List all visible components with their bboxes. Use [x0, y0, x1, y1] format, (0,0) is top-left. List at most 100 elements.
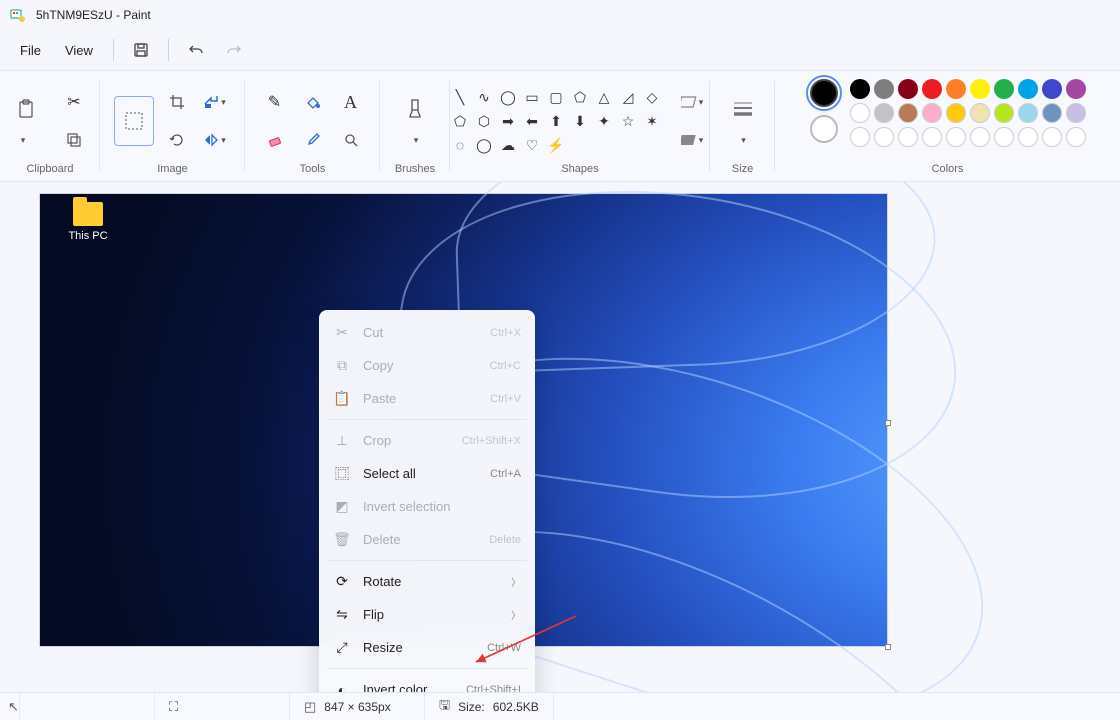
shape-arrowu-icon[interactable]: ⬆ [547, 112, 565, 130]
shape-hexagon-icon[interactable]: ⬡ [475, 112, 493, 130]
color-swatch[interactable] [874, 79, 894, 99]
shape-pentagon-icon[interactable]: ⬠ [451, 112, 469, 130]
color-swatch[interactable] [1042, 79, 1062, 99]
copy-button[interactable] [57, 123, 91, 157]
color-swatch[interactable] [994, 79, 1014, 99]
color-swatch[interactable] [850, 79, 870, 99]
shape-roundrect-icon[interactable]: ▢ [547, 88, 565, 106]
shape-rtriangle-icon[interactable]: ◿ [619, 88, 637, 106]
redo-button[interactable] [217, 33, 251, 67]
color-swatch[interactable] [898, 79, 918, 99]
shape-arrowl-icon[interactable]: ⬅ [523, 112, 541, 130]
resize-button[interactable]: ▾ [198, 85, 232, 119]
shape-5star-icon[interactable]: ☆ [619, 112, 637, 130]
work-area: This PC [0, 182, 1120, 692]
color-swatch[interactable] [1042, 103, 1062, 123]
eraser-tool[interactable] [258, 123, 292, 157]
shape-fill-button[interactable]: ▾ [675, 123, 709, 157]
shape-6star-icon[interactable]: ✶ [643, 112, 661, 130]
size-dropdown[interactable]: ▾ [730, 130, 756, 150]
shape-oval-icon[interactable]: ◯ [499, 88, 517, 106]
resize-handle-right[interactable] [885, 420, 891, 426]
color-swatch[interactable] [946, 103, 966, 123]
color-2-swatch[interactable] [810, 115, 838, 143]
shapes-gallery[interactable]: ╲ ∿ ◯ ▭ ▢ ⬠ △ ◿ ◇ ⬠ ⬡ ➡ ⬅ ⬆ ⬇ ✦ ☆ ✶ ◌ ◯ [451, 88, 661, 154]
shape-4star-icon[interactable]: ✦ [595, 112, 613, 130]
cut-button[interactable]: ✂ [57, 85, 91, 119]
color-swatch-empty[interactable] [898, 127, 918, 147]
menu-file[interactable]: File [10, 37, 51, 64]
shape-outline-button[interactable]: ▾ [675, 85, 709, 119]
shape-callout-oval-icon[interactable]: ◯ [475, 136, 493, 154]
paste-button[interactable] [9, 92, 43, 126]
resize-handle-corner[interactable] [885, 644, 891, 650]
ctx-resize[interactable]: ⤢ Resize Ctrl+W [319, 631, 535, 664]
color-swatch[interactable] [994, 103, 1014, 123]
color-swatch[interactable] [922, 79, 942, 99]
flip-button[interactable]: ▾ [198, 123, 232, 157]
color-swatch[interactable] [874, 103, 894, 123]
text-tool[interactable]: A [334, 85, 368, 119]
shape-polygon-icon[interactable]: ⬠ [571, 88, 589, 106]
canvas-dimensions: ◰ 847 × 635px [290, 693, 425, 720]
cursor-position [20, 693, 155, 720]
color-swatch-empty[interactable] [994, 127, 1014, 147]
color-swatch-empty[interactable] [922, 127, 942, 147]
paste-dropdown[interactable]: ▾ [9, 130, 35, 150]
size-button[interactable] [726, 92, 760, 126]
group-colors: Colors [775, 71, 1120, 181]
color-swatch[interactable] [1018, 79, 1038, 99]
shape-rect-icon[interactable]: ▭ [523, 88, 541, 106]
zoom-tool[interactable] [334, 123, 368, 157]
color-swatch[interactable] [970, 103, 990, 123]
fill-tool[interactable] [296, 85, 330, 119]
group-shapes: ╲ ∿ ◯ ▭ ▢ ⬠ △ ◿ ◇ ⬠ ⬡ ➡ ⬅ ⬆ ⬇ ✦ ☆ ✶ ◌ ◯ [450, 71, 710, 181]
shape-callout-cloud-icon[interactable]: ☁ [499, 136, 517, 154]
shape-curve-icon[interactable]: ∿ [475, 88, 493, 106]
color-swatch[interactable] [922, 103, 942, 123]
shape-triangle-icon[interactable]: △ [595, 88, 613, 106]
shape-arrowd-icon[interactable]: ⬇ [571, 112, 589, 130]
color-swatch-empty[interactable] [970, 127, 990, 147]
color-swatch[interactable] [898, 103, 918, 123]
color-swatch-empty[interactable] [1018, 127, 1038, 147]
color-swatch-empty[interactable] [850, 127, 870, 147]
color-swatch[interactable] [850, 103, 870, 123]
color-1-swatch[interactable] [810, 79, 838, 107]
menu-view[interactable]: View [55, 37, 103, 64]
group-size: ▾ Size [710, 71, 775, 181]
ctx-flip[interactable]: ⇋ Flip 〉 [319, 598, 535, 631]
undo-button[interactable] [179, 33, 213, 67]
ctx-rotate[interactable]: ⟳ Rotate 〉 [319, 565, 535, 598]
color-swatch[interactable] [1018, 103, 1038, 123]
shape-line-icon[interactable]: ╲ [451, 88, 469, 106]
shape-lightning-icon[interactable]: ⚡ [547, 136, 565, 154]
color-swatch[interactable] [1066, 103, 1086, 123]
shape-arrowr-icon[interactable]: ➡ [499, 112, 517, 130]
color-swatch-empty[interactable] [946, 127, 966, 147]
pencil-tool[interactable]: ✎ [258, 85, 292, 119]
rotate-button[interactable] [160, 123, 194, 157]
shape-diamond-icon[interactable]: ◇ [643, 88, 661, 106]
copy-icon: ⧉ [333, 357, 351, 374]
brush-button[interactable] [398, 92, 432, 126]
color-swatch[interactable] [1066, 79, 1086, 99]
color-swatch[interactable] [946, 79, 966, 99]
save-button[interactable] [124, 33, 158, 67]
color-swatch-empty[interactable] [874, 127, 894, 147]
select-tool[interactable] [114, 96, 154, 146]
group-label: Brushes [395, 163, 435, 177]
color-swatch-empty[interactable] [1066, 127, 1086, 147]
ctx-select-all[interactable]: ⿴ Select all Ctrl+A [319, 457, 535, 490]
window-title: 5hTNM9ESzU - Paint [36, 8, 151, 22]
shape-heart-icon[interactable]: ♡ [523, 136, 541, 154]
separator [113, 39, 114, 61]
color-swatch[interactable] [970, 79, 990, 99]
shape-callout-round-icon[interactable]: ◌ [451, 136, 469, 154]
invert-selection-icon: ◩ [333, 498, 351, 515]
crop-button[interactable] [160, 85, 194, 119]
color-swatch-empty[interactable] [1042, 127, 1062, 147]
brush-dropdown[interactable]: ▾ [402, 130, 428, 150]
file-size: 🖫 Size: 602.5KB [425, 693, 554, 720]
picker-tool[interactable] [296, 123, 330, 157]
